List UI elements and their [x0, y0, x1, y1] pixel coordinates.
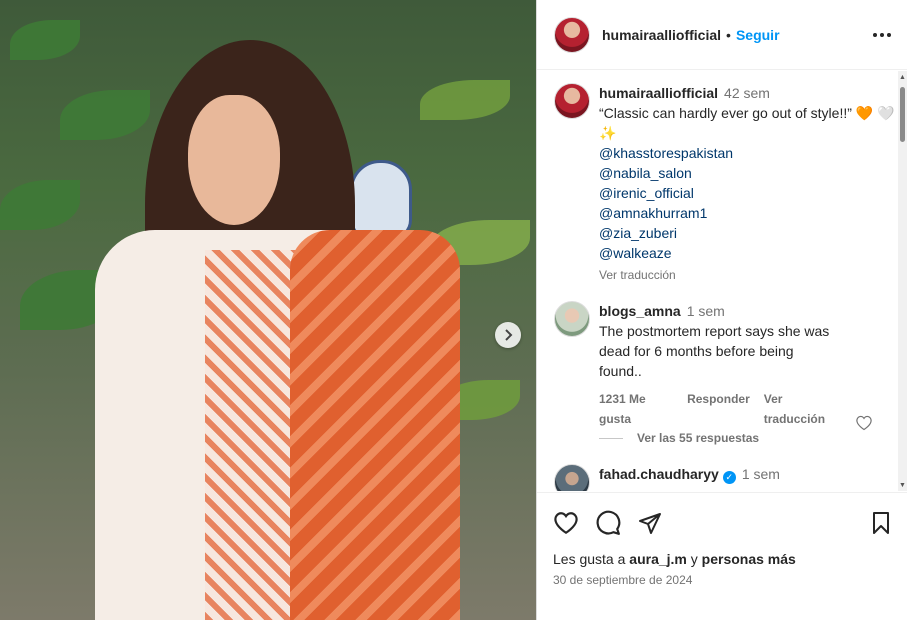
post-photo[interactable]	[0, 0, 536, 620]
leaf-decor	[0, 180, 80, 230]
mention-link[interactable]: @zia_zuberi	[599, 223, 899, 243]
replies-line	[599, 437, 623, 439]
caption-username[interactable]: humairaalliofficial	[599, 85, 718, 101]
face	[188, 95, 280, 225]
comment-time[interactable]: 1 sem	[687, 303, 725, 319]
mention-link[interactable]: @khasstorespakistan	[599, 143, 899, 163]
chevron-right-icon	[505, 329, 513, 341]
heart-icon[interactable]	[855, 415, 873, 431]
liked-by-user[interactable]: aura_j.m	[629, 551, 687, 567]
post-date[interactable]: 30 de septiembre de 2024	[553, 573, 892, 587]
mention-link[interactable]: @nabila_salon	[599, 163, 899, 183]
caption-text: “Classic can hardly ever go out of style…	[599, 105, 852, 121]
comment-time[interactable]: 1 sem	[742, 466, 780, 482]
view-replies-label[interactable]: Ver las 55 respuestas	[637, 431, 759, 445]
caption-time[interactable]: 42 sem	[724, 85, 770, 101]
share-icon[interactable]	[637, 511, 663, 535]
comment-username[interactable]: blogs_amna	[599, 303, 681, 319]
leaf-decor	[60, 90, 150, 140]
scroll-down-icon[interactable]: ▼	[899, 482, 906, 489]
sparkles-emoji: ✨	[599, 125, 617, 141]
translate-link[interactable]: Ver traducción	[764, 389, 839, 429]
avatar[interactable]	[554, 464, 590, 491]
leaf-decor	[10, 20, 80, 60]
likes-others-link[interactable]: personas más	[702, 551, 796, 567]
mention-link[interactable]: @irenic_official	[599, 183, 899, 203]
mention-link[interactable]: @walkeaze	[599, 243, 899, 263]
scrollbar[interactable]: ▲ ▼	[898, 71, 907, 491]
likes-middle: y	[690, 551, 698, 567]
likes-prefix: Les gusta a	[553, 551, 626, 567]
comment: blogs_amna 1 sem The postmortem report sa…	[554, 301, 839, 429]
reply-link[interactable]: Responder	[687, 389, 750, 429]
translate-link[interactable]: Ver traducción	[599, 265, 676, 285]
comment-icon[interactable]	[595, 510, 621, 536]
caption: humairaalliofficial 42 sem “Classic can h…	[554, 83, 899, 285]
mention-link[interactable]: @amnakhurram1	[599, 203, 899, 223]
comments-list[interactable]: humairaalliofficial 42 sem “Classic can h…	[537, 71, 899, 491]
verified-badge-icon: ✓	[722, 471, 736, 484]
comment: fahad.chaudharyy ✓ 1 sem	[554, 464, 780, 491]
avatar[interactable]	[554, 16, 590, 53]
post-actions: Les gusta a aura_j.m y personas más 30 d…	[537, 492, 907, 587]
leaf-decor	[420, 80, 510, 120]
more-icon[interactable]	[873, 32, 891, 37]
dupatta	[290, 230, 460, 620]
next-photo-button[interactable]	[495, 322, 521, 348]
avatar[interactable]	[554, 83, 590, 119]
view-replies[interactable]: Ver las 55 respuestas	[599, 431, 759, 445]
bookmark-icon[interactable]	[870, 511, 892, 535]
comment-username[interactable]: fahad.chaudharyy	[599, 466, 719, 482]
heart-icon[interactable]	[553, 511, 579, 535]
orange-heart-emoji: 🧡	[855, 105, 874, 121]
comment-likes[interactable]: 1231 Me gusta	[599, 389, 673, 429]
white-heart-emoji: 🤍	[877, 105, 895, 121]
author-username[interactable]: humairaalliofficial	[602, 27, 721, 43]
comment-text: The postmortem report says she was dead …	[599, 323, 830, 379]
likes-summary: Les gusta a aura_j.m y personas más	[553, 551, 892, 567]
separator: •	[726, 26, 731, 43]
avatar[interactable]	[554, 301, 590, 337]
post-sidebar: humairaalliofficial • Seguir humairaalli…	[536, 0, 907, 620]
follow-button[interactable]: Seguir	[736, 27, 780, 43]
scroll-up-icon[interactable]: ▲	[899, 74, 906, 81]
scrollbar-thumb[interactable]	[900, 87, 905, 142]
post-header: humairaalliofficial • Seguir	[537, 0, 907, 70]
vase	[350, 160, 412, 240]
